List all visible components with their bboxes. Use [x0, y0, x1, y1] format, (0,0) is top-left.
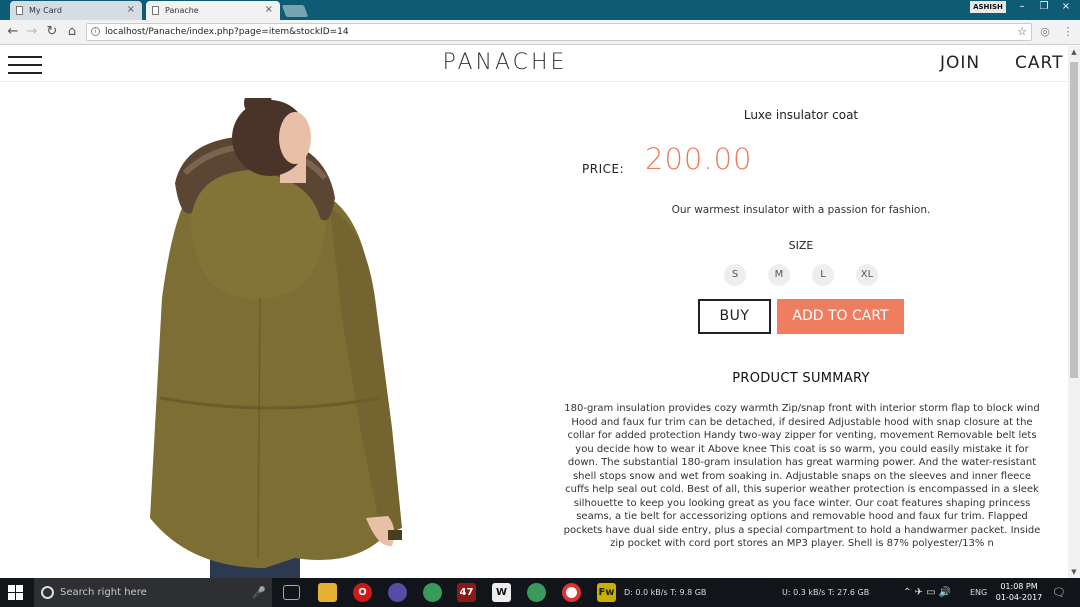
- fireworks-icon[interactable]: Fw: [597, 583, 616, 602]
- price-value: 200.00: [645, 142, 753, 176]
- price-row: PRICE: 200.00: [582, 142, 882, 182]
- tab-title: Panache: [165, 6, 199, 15]
- home-icon[interactable]: ⌂: [63, 23, 81, 41]
- add-to-cart-button[interactable]: ADD TO CART: [777, 299, 904, 334]
- product-image: [150, 98, 402, 578]
- tray-icons[interactable]: ⌃ ✈ ▭ 🔊: [903, 578, 951, 607]
- restore-button[interactable]: ❐: [1033, 0, 1055, 14]
- size-options: S M L XL: [724, 264, 884, 288]
- taskbar-search-box[interactable]: Search right here 🎤: [34, 578, 272, 607]
- document-icon: [152, 6, 159, 15]
- product-name: Luxe insulator coat: [743, 108, 859, 122]
- tab-title: My Card: [29, 6, 62, 15]
- price-label: PRICE:: [582, 162, 625, 176]
- task-view-icon[interactable]: [283, 585, 300, 600]
- product-summary-title: PRODUCT SUMMARY: [732, 371, 870, 386]
- opera-icon[interactable]: O: [353, 583, 372, 602]
- browser-tab-strip: My Card × Panache × ASHISH – ❐ ×: [0, 0, 1080, 20]
- scrollbar-thumb[interactable]: [1070, 62, 1078, 378]
- join-link[interactable]: JOIN: [940, 53, 980, 73]
- language-indicator[interactable]: ENG: [970, 578, 987, 607]
- scroll-down-icon[interactable]: ▼: [1068, 566, 1080, 578]
- info-icon[interactable]: i: [91, 27, 100, 36]
- file-explorer-icon[interactable]: [318, 583, 337, 602]
- app-icon[interactable]: [527, 583, 546, 602]
- forward-arrow-icon[interactable]: →: [23, 23, 41, 41]
- app-badge-icon[interactable]: 47: [457, 583, 476, 602]
- app-icon[interactable]: [388, 583, 407, 602]
- page-scrollbar[interactable]: ▲ ▼: [1068, 46, 1080, 578]
- size-label: SIZE: [788, 239, 814, 252]
- cart-link[interactable]: CART: [1015, 53, 1063, 73]
- size-option-xl[interactable]: XL: [856, 264, 878, 286]
- url-text: localhost/Panache/index.php?page=item&st…: [105, 27, 349, 37]
- scroll-up-icon[interactable]: ▲: [1068, 46, 1080, 58]
- app-icon[interactable]: W: [492, 583, 511, 602]
- clock-date: 01-04-2017: [995, 593, 1043, 602]
- close-window-button[interactable]: ×: [1055, 0, 1077, 14]
- search-placeholder: Search right here: [60, 587, 147, 598]
- windows-start-icon[interactable]: [8, 585, 23, 600]
- back-arrow-icon[interactable]: ←: [4, 23, 22, 41]
- site-header: PANACHE JOIN CART: [0, 46, 1068, 82]
- windows-taskbar: Search right here 🎤 O 47 W Fw D: 0.0 kB/…: [0, 578, 1080, 607]
- page-viewport: PANACHE JOIN CART Luxe insulator coat PR…: [0, 46, 1068, 578]
- minimize-button[interactable]: –: [1011, 0, 1033, 14]
- tab-my-card[interactable]: My Card ×: [10, 1, 142, 20]
- size-option-l[interactable]: L: [812, 264, 834, 286]
- buy-button[interactable]: BUY: [698, 299, 771, 334]
- size-option-s[interactable]: S: [724, 264, 746, 286]
- profile-badge[interactable]: ASHISH: [970, 1, 1006, 13]
- close-tab-icon[interactable]: ×: [265, 4, 273, 15]
- cortana-icon: [41, 586, 54, 599]
- product-summary-text: 180-gram insulation provides cozy warmth…: [563, 403, 1041, 549]
- bookmark-star-icon[interactable]: ☆: [1017, 24, 1027, 40]
- browser-toolbar: ← → ↻ ⌂ i localhost/Panache/index.php?pa…: [0, 20, 1080, 45]
- tab-panache[interactable]: Panache ×: [146, 1, 280, 20]
- product-details: Luxe insulator coat PRICE: 200.00 Our wa…: [558, 98, 1044, 549]
- net-download-stat: D: 0.0 kB/s T: 9.8 GB: [624, 588, 707, 597]
- product-tagline: Our warmest insulator with a passion for…: [671, 204, 931, 216]
- close-tab-icon[interactable]: ×: [127, 4, 135, 15]
- reload-icon[interactable]: ↻: [43, 23, 61, 41]
- app-icon[interactable]: [423, 583, 442, 602]
- net-upload-stat: U: 0.3 kB/s T: 27.6 GB: [782, 588, 870, 597]
- menu-dots-icon[interactable]: ⋮: [1060, 24, 1076, 40]
- chrome-icon[interactable]: [562, 583, 581, 602]
- hamburger-menu-icon[interactable]: [8, 56, 42, 74]
- new-tab-button[interactable]: [281, 5, 309, 17]
- address-bar[interactable]: i localhost/Panache/index.php?page=item&…: [86, 23, 1032, 41]
- clock-time: 01:08 PM: [1000, 582, 1038, 591]
- microphone-icon[interactable]: 🎤: [252, 578, 266, 607]
- size-option-m[interactable]: M: [768, 264, 790, 286]
- notification-icon[interactable]: 🗨: [1052, 578, 1066, 607]
- extension-icon[interactable]: ◎: [1037, 24, 1053, 40]
- site-logo[interactable]: PANACHE: [380, 50, 630, 75]
- system-clock[interactable]: 01:08 PM 01-04-2017: [990, 581, 1048, 603]
- document-icon: [16, 6, 23, 15]
